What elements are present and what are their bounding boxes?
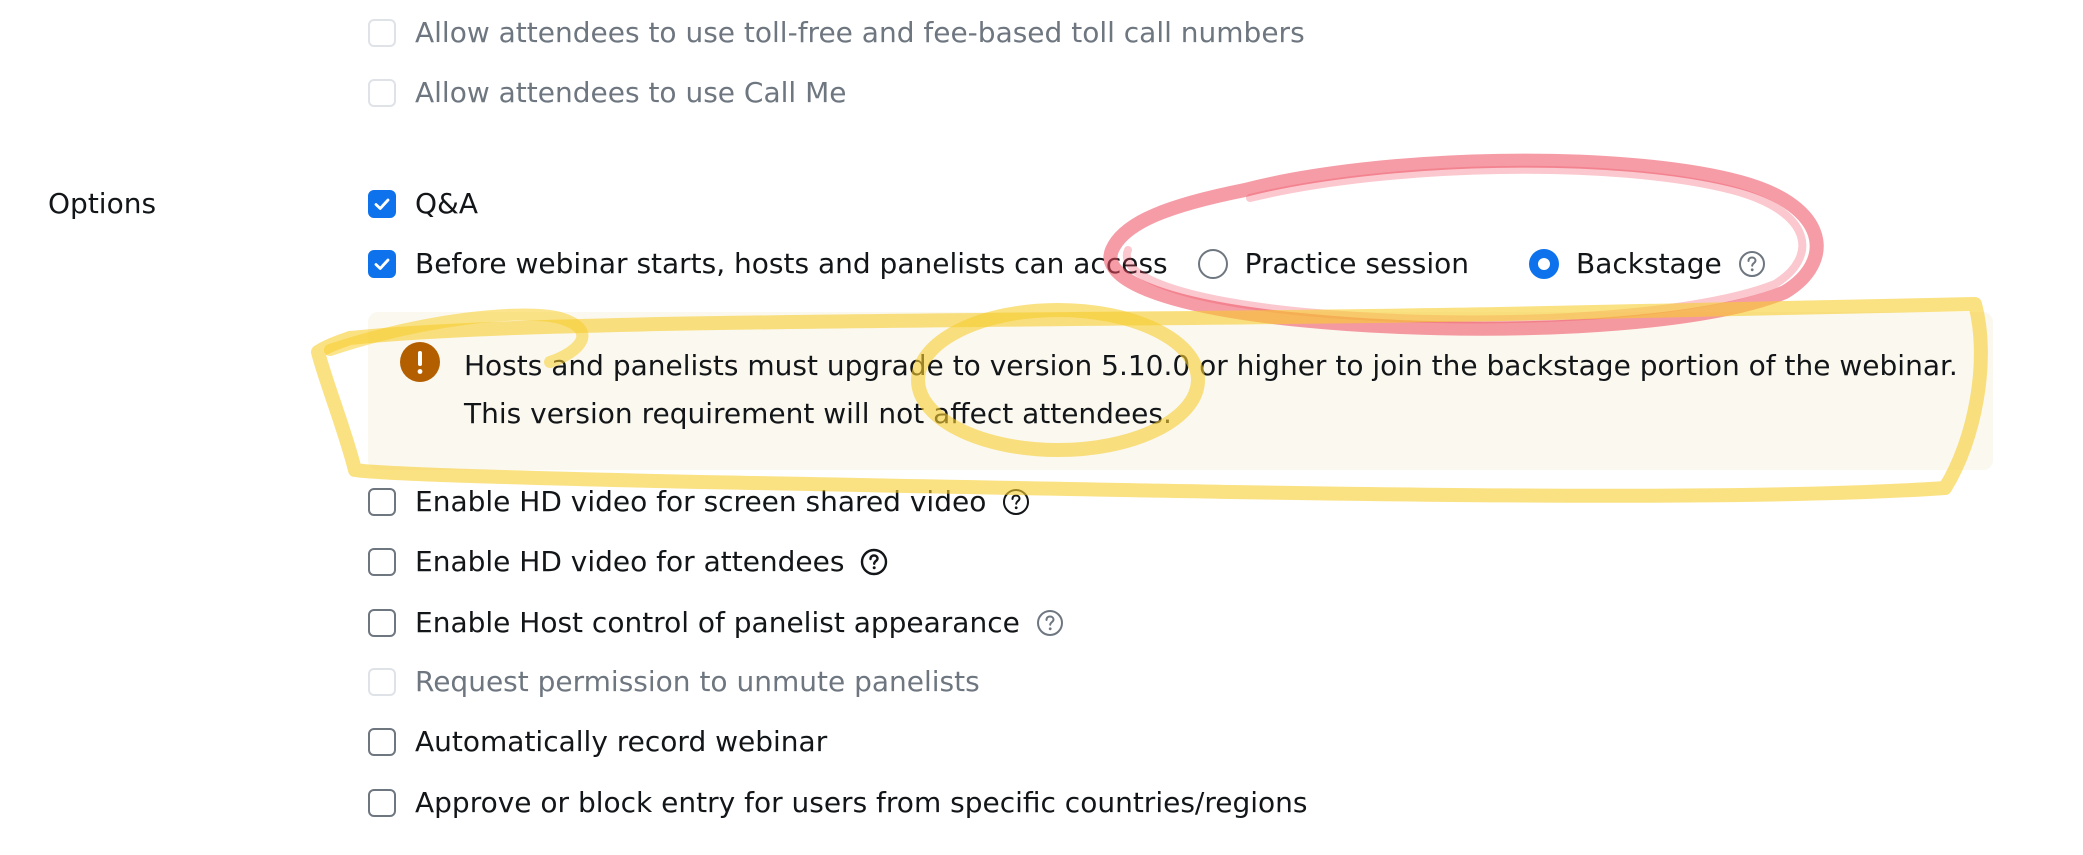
hd-attendees-option-row[interactable]: Enable HD video for attendees — [368, 544, 888, 580]
practice-session-option[interactable]: Practice session — [1197, 246, 1470, 282]
host-control-panelist-checkbox[interactable] — [368, 609, 396, 637]
hd-attendees-checkbox[interactable] — [368, 548, 396, 576]
notice-text: Hosts and panelists must upgrade to vers… — [464, 342, 1964, 438]
before-webinar-option-row[interactable]: Before webinar starts, hosts and panelis… — [368, 246, 1766, 282]
qa-option-row[interactable]: Q&A — [368, 186, 478, 222]
call-me-option-row: Allow attendees to use Call Me — [368, 75, 846, 111]
request-unmute-label: Request permission to unmute panelists — [415, 665, 980, 698]
call-me-checkbox — [368, 79, 396, 107]
warning-icon — [400, 342, 440, 382]
auto-record-option-row[interactable]: Automatically record webinar — [368, 724, 827, 760]
before-webinar-checkbox[interactable] — [368, 250, 396, 278]
practice-session-label: Practice session — [1244, 247, 1470, 280]
approve-block-entry-label: Approve or block entry for users from sp… — [415, 786, 1308, 819]
backstage-version-notice: Hosts and panelists must upgrade to vers… — [368, 312, 1993, 470]
hd-screen-share-label: Enable HD video for screen shared video — [415, 485, 987, 518]
check-icon — [374, 198, 390, 210]
hd-attendees-label: Enable HD video for attendees — [415, 545, 845, 578]
auto-record-checkbox[interactable] — [368, 728, 396, 756]
approve-block-entry-option-row[interactable]: Approve or block entry for users from sp… — [368, 785, 1308, 821]
notice-line-2: This version requirement will not affect… — [464, 397, 1172, 430]
notice-line-1: Hosts and panelists must upgrade to vers… — [464, 349, 1958, 382]
qa-label: Q&A — [415, 187, 479, 220]
toll-free-label: Allow attendees to use toll-free and fee… — [415, 16, 1305, 49]
backstage-radio[interactable] — [1529, 249, 1560, 279]
help-icon[interactable] — [1002, 488, 1030, 516]
help-icon[interactable] — [1738, 250, 1766, 278]
host-control-panelist-label: Enable Host control of panelist appearan… — [415, 606, 1020, 639]
backstage-label: Backstage — [1576, 247, 1722, 280]
approve-block-entry-checkbox[interactable] — [368, 789, 396, 817]
toll-free-checkbox — [368, 19, 396, 47]
hd-screen-share-option-row[interactable]: Enable HD video for screen shared video — [368, 484, 1030, 520]
host-control-panelist-option-row[interactable]: Enable Host control of panelist appearan… — [368, 605, 1064, 641]
backstage-option[interactable]: Backstage — [1529, 246, 1766, 282]
access-mode-radio-group: Practice session Backstage — [1197, 246, 1766, 282]
request-unmute-checkbox — [368, 668, 396, 696]
options-section-label: Options — [48, 187, 157, 220]
red-annotation-ellipse — [1103, 153, 1824, 336]
qa-checkbox[interactable] — [368, 190, 396, 218]
check-icon — [374, 258, 390, 270]
help-icon[interactable] — [1036, 609, 1064, 637]
toll-free-option-row: Allow attendees to use toll-free and fee… — [368, 15, 1305, 51]
hd-screen-share-checkbox[interactable] — [368, 488, 396, 516]
before-webinar-label: Before webinar starts, hosts and panelis… — [415, 247, 1168, 280]
request-unmute-option-row: Request permission to unmute panelists — [368, 664, 980, 700]
practice-session-radio[interactable] — [1197, 249, 1228, 279]
call-me-label: Allow attendees to use Call Me — [415, 76, 847, 109]
help-icon[interactable] — [860, 548, 888, 576]
auto-record-label: Automatically record webinar — [415, 725, 828, 758]
